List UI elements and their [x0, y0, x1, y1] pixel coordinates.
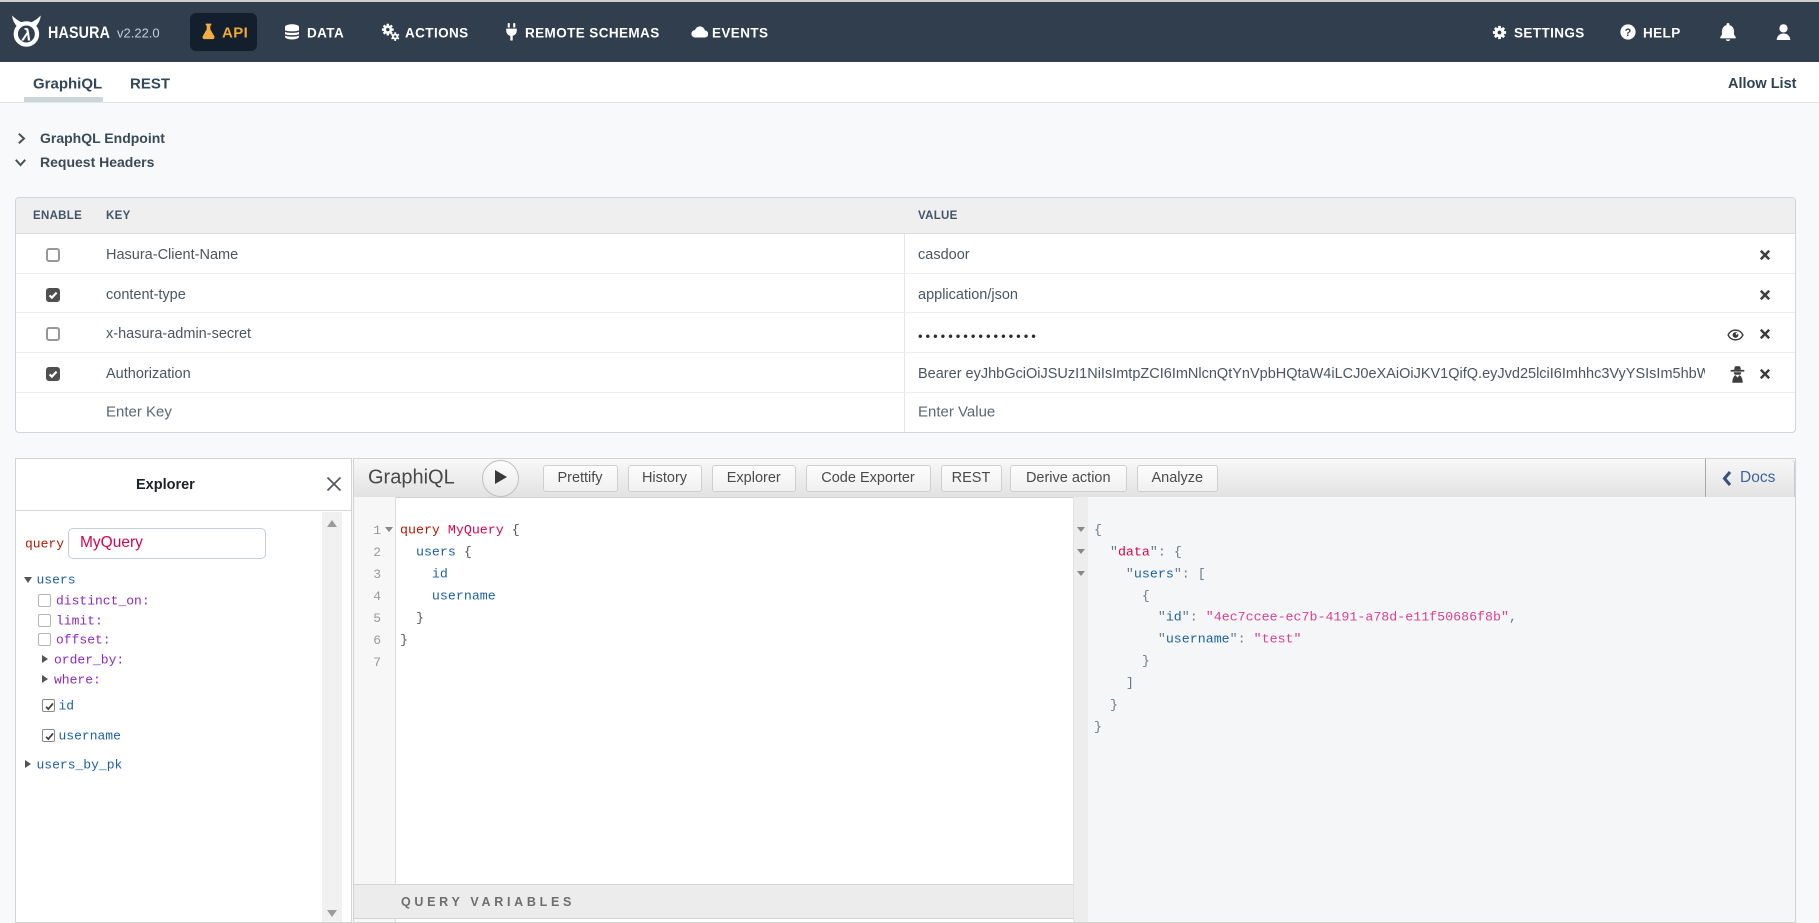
svg-text:?: ? — [1625, 27, 1632, 39]
svg-text:λ: λ — [21, 26, 31, 45]
